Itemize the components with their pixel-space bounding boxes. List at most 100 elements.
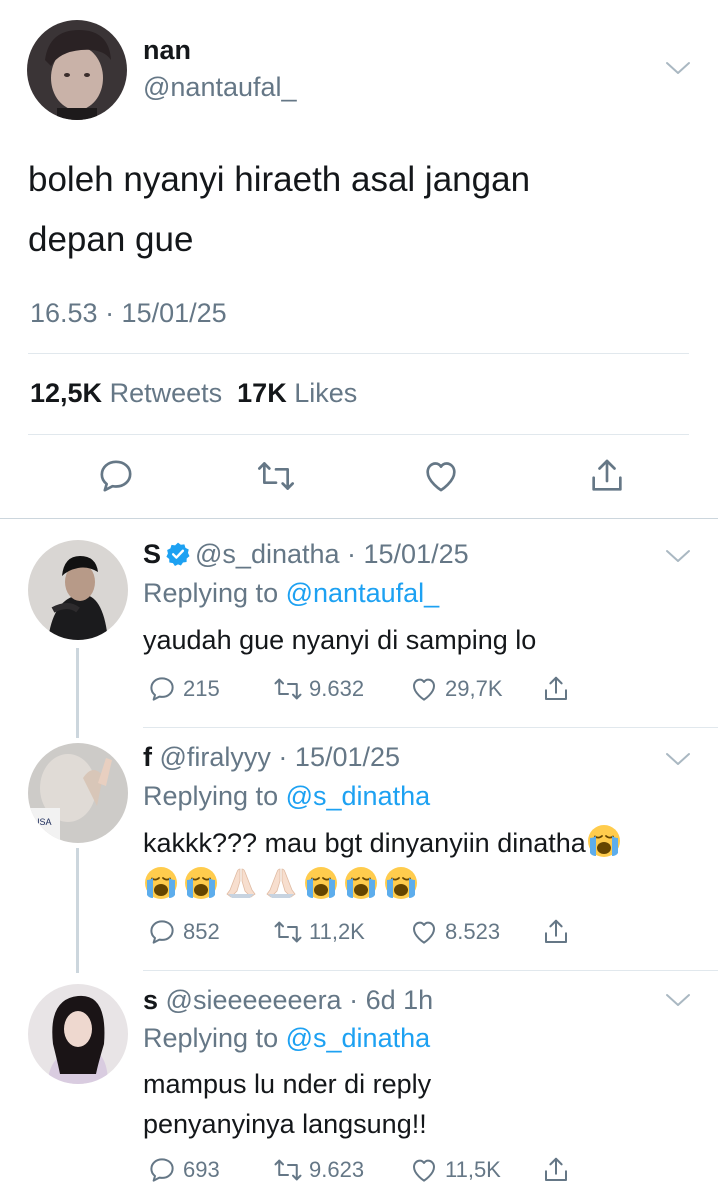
reply-actions: 852 11,2K 8.523 xyxy=(143,915,683,949)
loudly-crying-face-icon xyxy=(143,865,179,901)
tweet-stats: 12,5K Retweets 17K Likes xyxy=(30,378,357,409)
reply-author-name[interactable]: s xyxy=(143,985,158,1015)
retweet-label[interactable]: Retweets xyxy=(110,378,223,408)
mention-link[interactable]: @nantaufal_ xyxy=(286,578,440,608)
share-action[interactable] xyxy=(541,1153,571,1187)
tweet-text: boleh nyanyi hiraeth asal jangan depan g… xyxy=(28,150,668,270)
like-count: 8.523 xyxy=(445,919,501,944)
avatar[interactable]: USA xyxy=(28,743,128,843)
reply-icon[interactable] xyxy=(96,456,136,496)
folded-hands-icon xyxy=(263,865,299,901)
svg-text:USA: USA xyxy=(33,817,52,827)
reply-text: yaudah gue nyanyi di samping lo xyxy=(143,620,683,660)
loudly-crying-face-icon xyxy=(303,865,339,901)
replying-to-label: Replying to xyxy=(143,578,279,608)
reply-tweet: s @sieeeeeeera · 6d 1h Replying to @s_di… xyxy=(0,970,718,1200)
tweet-text-line: depan gue xyxy=(28,220,194,259)
reply-text-line: mampus lu nder di reply xyxy=(143,1069,432,1099)
reply-action[interactable]: 215 xyxy=(147,672,220,706)
retweet-icon[interactable] xyxy=(273,1155,303,1185)
author-handle[interactable]: @nantaufal_ xyxy=(143,72,297,103)
heart-icon[interactable] xyxy=(409,917,439,947)
reply-icon[interactable] xyxy=(147,1155,177,1185)
reply-text-line: penyanyinya langsung!! xyxy=(143,1109,427,1139)
share-icon[interactable] xyxy=(541,1155,571,1185)
reply-text: mampus lu nder di reply penyanyinya lang… xyxy=(143,1064,683,1144)
reply-count: 852 xyxy=(183,919,220,944)
like-action[interactable]: 29,7K xyxy=(409,672,503,706)
like-count[interactable]: 17K xyxy=(237,378,287,408)
retweet-icon[interactable] xyxy=(273,674,303,704)
reply-meta[interactable]: @s_dinatha · 15/01/25 xyxy=(195,539,469,569)
mention-link[interactable]: @s_dinatha xyxy=(286,781,431,811)
divider xyxy=(0,518,718,519)
verified-badge-icon xyxy=(165,541,191,567)
replying-to: Replying to @s_dinatha xyxy=(143,1023,430,1054)
loudly-crying-face-icon xyxy=(586,823,622,859)
reply-actions: 693 9.623 11,5K xyxy=(143,1153,683,1187)
reply-text: kakkk??? mau bgt dinyanyiin dinatha xyxy=(143,823,703,905)
chevron-down-icon[interactable] xyxy=(664,58,692,78)
reply-author-name[interactable]: S xyxy=(143,539,161,569)
reply-icon[interactable] xyxy=(147,674,177,704)
reply-tweet: S @s_dinatha · 15/01/25 Replying to @nant… xyxy=(0,520,718,730)
replying-to: Replying to @s_dinatha xyxy=(143,781,430,812)
retweet-count: 9.623 xyxy=(309,1157,365,1182)
retweet-action[interactable]: 9.623 xyxy=(273,1153,364,1187)
retweet-count[interactable]: 12,5K xyxy=(30,378,102,408)
like-count: 29,7K xyxy=(445,676,503,701)
share-action[interactable] xyxy=(541,672,571,706)
reply-action[interactable]: 852 xyxy=(147,915,220,949)
retweet-count: 9.632 xyxy=(309,676,365,701)
share-action[interactable] xyxy=(541,915,571,949)
share-icon[interactable] xyxy=(541,674,571,704)
retweet-action[interactable]: 9.632 xyxy=(273,672,364,706)
avatar[interactable] xyxy=(27,20,127,120)
chevron-down-icon[interactable] xyxy=(664,546,692,566)
chevron-down-icon[interactable] xyxy=(664,749,692,769)
share-icon[interactable] xyxy=(541,917,571,947)
retweet-count: 11,2K xyxy=(309,919,365,944)
tweet-timestamp[interactable]: 16.53 · 15/01/25 xyxy=(30,298,227,329)
retweet-icon[interactable] xyxy=(273,917,303,947)
reply-actions: 215 9.632 29,7K xyxy=(143,672,683,706)
emoji-row xyxy=(143,865,703,905)
loudly-crying-face-icon xyxy=(383,865,419,901)
replying-to-label: Replying to xyxy=(143,781,279,811)
reply-count: 693 xyxy=(183,1157,220,1182)
replying-to: Replying to @nantaufal_ xyxy=(143,578,439,609)
like-action[interactable]: 8.523 xyxy=(409,915,500,949)
reply-meta[interactable]: @firalyyy · 15/01/25 xyxy=(160,742,401,772)
loudly-crying-face-icon xyxy=(183,865,219,901)
author-name[interactable]: nan xyxy=(143,35,191,66)
reply-text-line: yaudah gue nyanyi di samping lo xyxy=(143,625,537,655)
loudly-crying-face-icon xyxy=(343,865,379,901)
retweet-action[interactable]: 11,2K xyxy=(273,915,365,949)
avatar[interactable] xyxy=(28,540,128,640)
divider xyxy=(28,434,689,435)
share-icon[interactable] xyxy=(587,456,627,496)
avatar[interactable] xyxy=(28,984,128,1084)
retweet-icon[interactable] xyxy=(256,456,296,496)
heart-icon[interactable] xyxy=(409,1155,439,1185)
reply-text-line: kakkk??? mau bgt dinyanyiin dinatha xyxy=(143,823,703,863)
folded-hands-icon xyxy=(223,865,259,901)
mention-link[interactable]: @s_dinatha xyxy=(286,1023,431,1053)
tweet-text-line: boleh nyanyi hiraeth asal jangan xyxy=(28,160,531,199)
reply-action[interactable]: 693 xyxy=(147,1153,220,1187)
reply-author-name[interactable]: f xyxy=(143,742,152,772)
reply-count: 215 xyxy=(183,676,220,701)
chevron-down-icon[interactable] xyxy=(664,990,692,1010)
like-count: 11,5K xyxy=(445,1157,501,1182)
reply-header: f @firalyyy · 15/01/25 xyxy=(143,742,400,773)
divider xyxy=(28,353,689,354)
like-label[interactable]: Likes xyxy=(294,378,357,408)
reply-icon[interactable] xyxy=(147,917,177,947)
heart-icon[interactable] xyxy=(409,674,439,704)
reply-meta[interactable]: @sieeeeeeera · 6d 1h xyxy=(166,985,434,1015)
heart-icon[interactable] xyxy=(421,456,461,496)
reply-header: s @sieeeeeeera · 6d 1h xyxy=(143,985,433,1016)
main-tweet: nan @nantaufal_ boleh nyanyi hiraeth asa… xyxy=(0,0,718,520)
like-action[interactable]: 11,5K xyxy=(409,1153,501,1187)
reply-text-content: kakkk??? mau bgt dinyanyiin dinatha xyxy=(143,828,586,858)
